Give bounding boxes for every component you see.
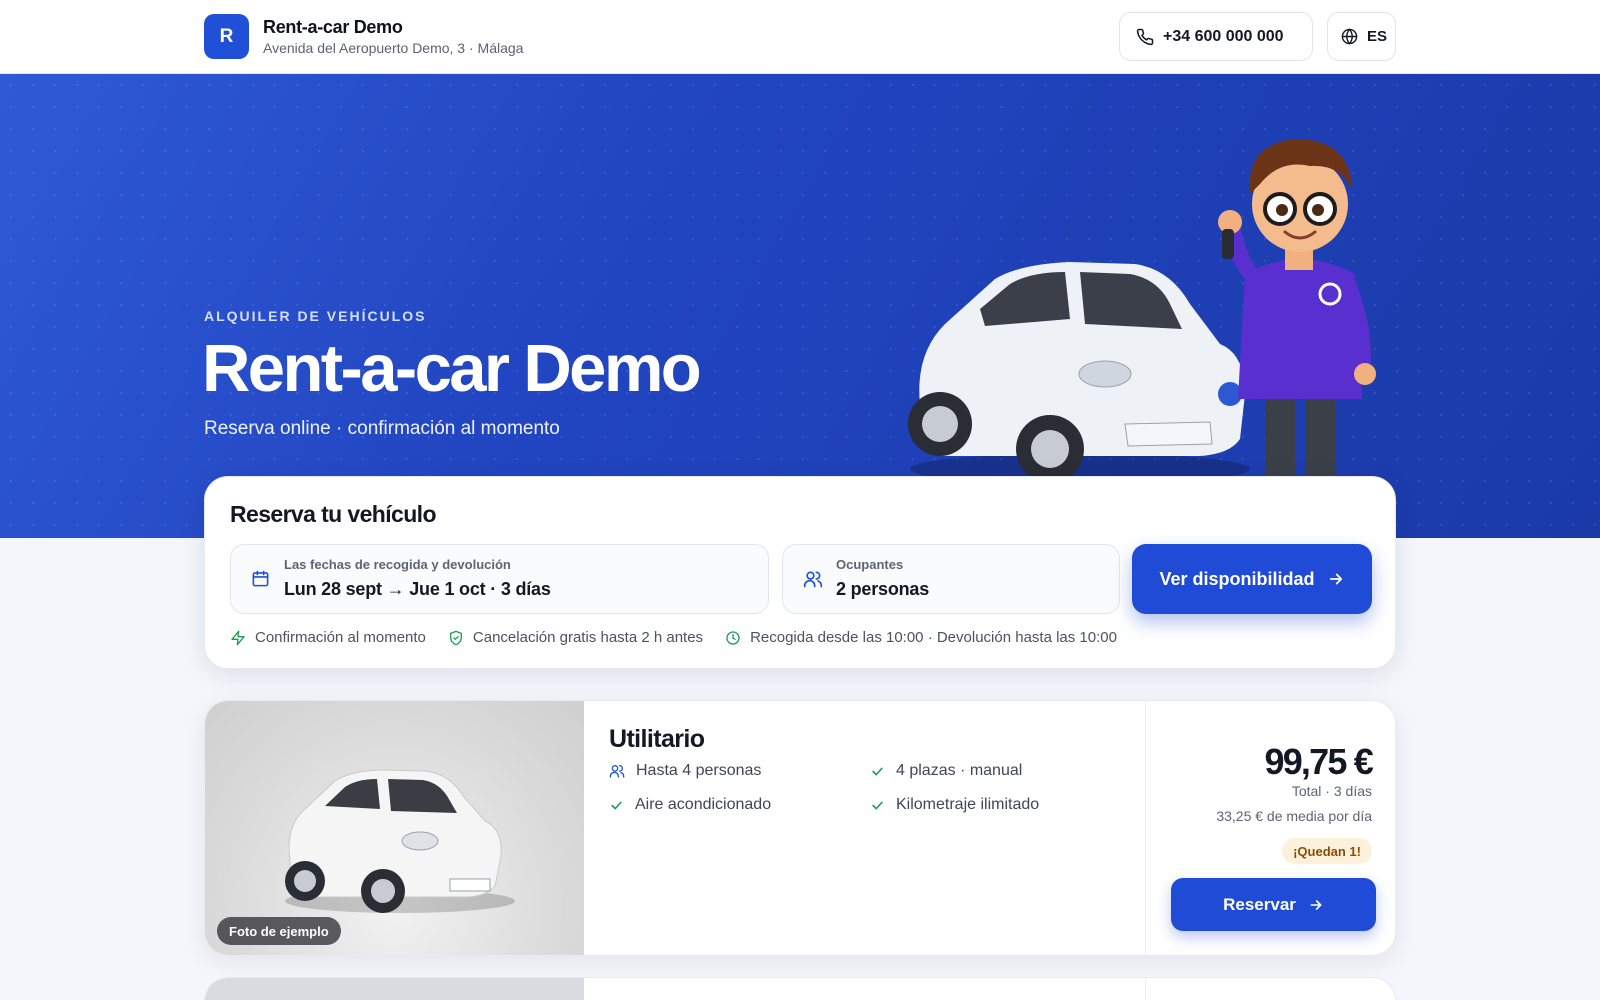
check-availability-label: Ver disponibilidad [1159, 568, 1315, 589]
feature-label: Kilometraje ilimitado [896, 796, 1040, 813]
check-icon [611, 801, 622, 809]
hero-title: Rent-a-car Demo [202, 331, 702, 406]
perk-free-cancellation: Cancelación gratis hasta 2 h antes [448, 629, 703, 646]
vehicle-photo: Foto de ejemplo [205, 701, 584, 955]
vehicle-card-next [204, 977, 1396, 1000]
total-price: 99,75 € [1264, 741, 1373, 782]
perk-instant-confirmation: Confirmación al momento [230, 629, 426, 646]
language-code: ES [1367, 28, 1388, 45]
check-icon [872, 801, 883, 809]
hero-subtitle: Reserva online · confirmación al momento [204, 418, 560, 439]
feature-label: Aire acondicionado [635, 796, 772, 813]
feature-unlimited-mileage: Kilometraje ilimitado [870, 796, 1039, 814]
vehicle-category: Utilitario [609, 725, 705, 753]
shield-check-icon [449, 630, 462, 645]
phone-button[interactable]: +34 600 000 000 [1119, 12, 1313, 61]
dates-field[interactable]: Las fechas de recogida y devolución Lun … [230, 544, 769, 614]
hero-car-image [908, 262, 1250, 485]
brand[interactable]: R Rent-a-car Demo Avenida del Aeropuerto… [204, 14, 523, 59]
perk-label: Recogida desde las 10:00 · Devolución ha… [750, 629, 1117, 646]
hero-mascot-image [1218, 139, 1376, 514]
brand-name: Rent-a-car Demo [263, 17, 403, 37]
vehicle-pricing: 99,75 € Total · 3 días 33,25 € de media … [1145, 701, 1395, 955]
brand-logo: R [204, 14, 249, 59]
vehicle-photo [205, 978, 584, 1000]
divider [1145, 978, 1146, 1000]
feature-label: 4 plazas · manual [896, 762, 1023, 779]
booking-perks: Confirmación al momento Cancelación grat… [230, 629, 1139, 646]
perk-pickup-hours: Recogida desde las 10:00 · Devolución ha… [725, 629, 1117, 646]
globe-icon [1341, 28, 1358, 45]
feature-air-conditioning: Aire acondicionado [609, 796, 771, 814]
reserve-button[interactable]: Reservar [1171, 878, 1376, 931]
hero-banner: ALQUILER DE VEHÍCULOS Rent-a-car Demo Re… [0, 74, 1600, 538]
vehicle-info: Utilitario Hasta 4 personas 4 plazas · m… [584, 701, 1145, 955]
bolt-icon [231, 630, 245, 645]
total-duration: Total · 3 días [1291, 783, 1372, 799]
users-icon [609, 765, 625, 778]
phone-icon [1136, 28, 1154, 45]
phone-number: +34 600 000 000 [1163, 27, 1284, 45]
booking-title: Reserva tu vehículo [230, 501, 437, 527]
top-header: R Rent-a-car Demo Avenida del Aeropuerto… [0, 0, 1600, 74]
hero-illustration [908, 139, 1376, 514]
availability-badge: ¡Quedan 1! [1282, 838, 1372, 864]
check-availability-button[interactable]: Ver disponibilidad [1132, 544, 1372, 614]
calendar-icon [252, 570, 269, 587]
arrow-right-icon [1329, 573, 1342, 585]
dates-value: Lun 28 sept → Jue 1 oct · 3 días [284, 579, 551, 599]
perk-label: Confirmación al momento [255, 629, 426, 646]
occupants-label: Ocupantes [836, 557, 904, 572]
language-selector[interactable]: ES [1327, 12, 1396, 61]
hero-eyebrow: ALQUILER DE VEHÍCULOS [204, 308, 427, 324]
users-icon [803, 571, 823, 588]
feature-capacity: Hasta 4 personas [609, 762, 761, 780]
brand-address: Avenida del Aeropuerto Demo, 3 · Málaga [263, 40, 524, 56]
arrow-right-icon [1310, 899, 1322, 910]
average-daily-price: 33,25 € de media por día [1216, 808, 1372, 824]
sample-photo-tag: Foto de ejemplo [217, 917, 341, 945]
occupants-field[interactable]: Ocupantes 2 personas [782, 544, 1120, 614]
vehicle-card: Foto de ejemplo Utilitario Hasta 4 perso… [204, 700, 1396, 956]
feature-label: Hasta 4 personas [636, 762, 762, 779]
check-icon [872, 767, 883, 775]
booking-form: Reserva tu vehículo Las fechas de recogi… [204, 476, 1396, 669]
dates-label: Las fechas de recogida y devolución [284, 557, 511, 572]
reserve-label: Reservar [1223, 894, 1296, 914]
perk-label: Cancelación gratis hasta 2 h antes [472, 629, 704, 646]
feature-seats-transmission: 4 plazas · manual [870, 762, 1022, 780]
clock-icon [726, 630, 740, 645]
occupants-value: 2 personas [836, 579, 930, 599]
